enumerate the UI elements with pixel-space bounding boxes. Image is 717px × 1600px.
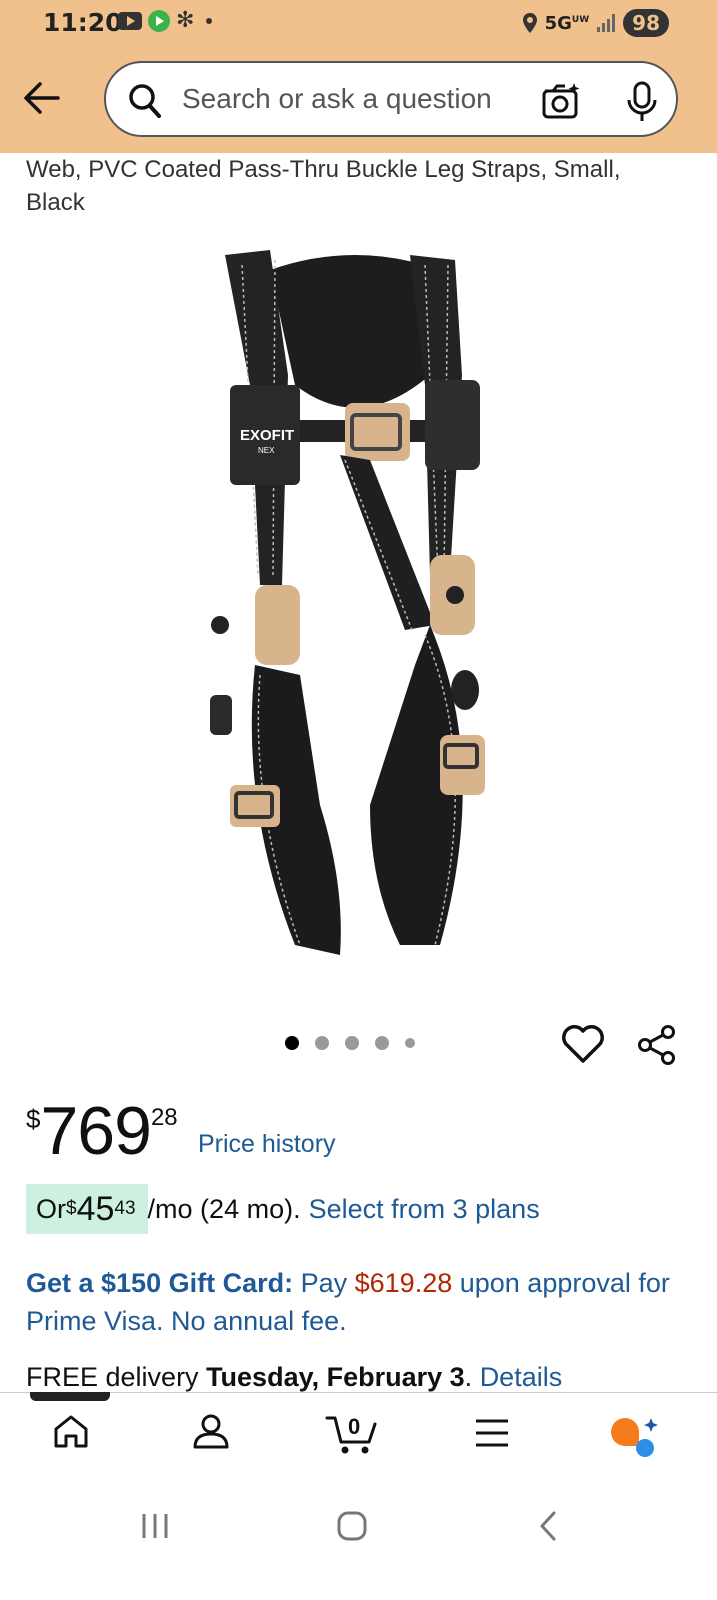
select-plans-link[interactable]: Select from 3 plans [309, 1194, 540, 1225]
image-carousel-indicator[interactable] [285, 1036, 415, 1050]
delivery-info: FREE delivery Tuesday, February 3. Detai… [26, 1362, 563, 1392]
menu-icon[interactable] [474, 1418, 510, 1448]
camera-search-icon[interactable] [541, 81, 581, 121]
heart-icon[interactable] [562, 1024, 604, 1064]
installment-amount: Or $45 43 [26, 1184, 148, 1234]
system-status: 5GUW 98 [522, 9, 669, 37]
delivery-date: Tuesday, February 3 [206, 1362, 465, 1392]
signal-icon [597, 14, 616, 32]
status-bar: 11:20 ✻ 5GUW 98 [0, 0, 717, 50]
home-nav-icon[interactable] [336, 1510, 368, 1542]
back-nav-icon[interactable] [536, 1510, 560, 1542]
installment-offer: Or $45 43 /mo (24 mo). Select from 3 plan… [26, 1184, 540, 1234]
share-icon[interactable] [636, 1024, 678, 1066]
more-notifications-icon [206, 18, 213, 24]
search-input[interactable]: Search or ask a question [182, 83, 492, 115]
search-icon [129, 84, 161, 118]
delivery-details-link[interactable]: Details [480, 1362, 563, 1392]
active-tab-indicator [30, 1392, 110, 1401]
recent-apps-icon[interactable] [140, 1512, 172, 1540]
brand-logo: EXOFIT [240, 427, 294, 444]
youtube-icon [118, 12, 142, 30]
notification-icons: ✻ [118, 8, 213, 33]
location-icon [522, 13, 537, 33]
clock: 11:20 [43, 8, 123, 37]
brand-sub-logo: NEX [258, 446, 275, 455]
carousel-dot[interactable] [345, 1036, 359, 1050]
back-button[interactable] [22, 76, 62, 120]
microphone-icon[interactable] [626, 81, 658, 123]
carousel-dot[interactable] [375, 1036, 389, 1050]
system-navigation-bar [0, 1484, 717, 1600]
back-arrow-icon [24, 82, 60, 114]
product-price: $76928 [26, 1093, 178, 1169]
play-icon [148, 10, 170, 32]
app-header: 11:20 ✻ 5GUW 98 Search or ask a question [0, 0, 717, 153]
home-icon[interactable] [52, 1412, 90, 1450]
rufus-icon[interactable] [607, 1414, 659, 1460]
installment-terms: /mo (24 mo). [147, 1193, 301, 1224]
carousel-dot[interactable] [315, 1036, 329, 1050]
product-image[interactable]: EXOFIT NEX [200, 245, 510, 970]
battery-level: 98 [623, 9, 669, 37]
network-type: 5GUW [544, 12, 590, 34]
carousel-dot[interactable] [405, 1038, 415, 1048]
price-history-link[interactable]: Price history [198, 1130, 336, 1159]
carousel-dot[interactable] [285, 1036, 299, 1050]
prime-visa-offer[interactable]: Get a $150 Gift Card: Pay $619.28 upon a… [26, 1264, 686, 1340]
cart-count: 0 [348, 1414, 361, 1439]
fan-icon: ✻ [176, 8, 195, 33]
search-bar[interactable]: Search or ask a question [104, 61, 678, 137]
account-icon[interactable] [192, 1412, 230, 1450]
free-label: FREE [26, 1362, 99, 1392]
